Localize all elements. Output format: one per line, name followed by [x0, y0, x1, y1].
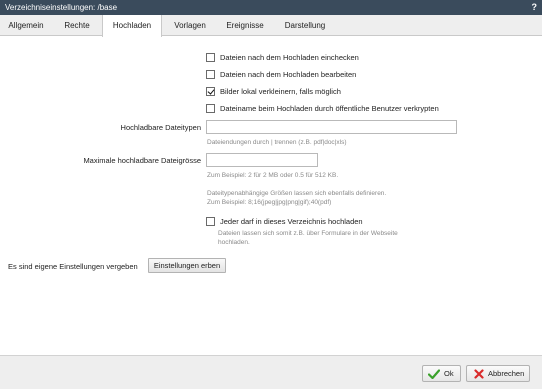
- public-upload-checkbox[interactable]: [206, 217, 215, 226]
- inherit-settings-button[interactable]: Einstellungen erben: [148, 258, 226, 273]
- cancel-button-label: Abbrechen: [488, 369, 525, 378]
- help-icon[interactable]: ?: [532, 2, 538, 12]
- window-titlebar: Verzeichniseinstellungen: /base ?: [0, 0, 542, 15]
- tab-ereignisse[interactable]: Ereignisse: [218, 15, 272, 36]
- filetypes-label: Hochladbare Dateitypen: [120, 123, 201, 132]
- encrypt-filename-label: Dateiname beim Hochladen durch öffentlic…: [220, 104, 439, 113]
- window-title: Verzeichniseinstellungen: /base: [5, 3, 118, 12]
- tab-allgemein[interactable]: Allgemein: [0, 15, 52, 36]
- option-encrypt-filename[interactable]: Dateiname beim Hochladen durch öffentlic…: [206, 103, 439, 114]
- x-icon: [474, 369, 484, 379]
- tab-hochladen[interactable]: Hochladen: [102, 15, 162, 37]
- maxsize-label: Maximale hochladbare Dateigrösse: [83, 156, 201, 165]
- maxsize-hint-example: Zum Beispiel: 2 für 2 MB oder 0.5 für 51…: [207, 172, 339, 179]
- tab-darstellung[interactable]: Darstellung: [272, 15, 338, 36]
- ok-button-label: Ok: [444, 369, 454, 378]
- tab-bar: Allgemein Rechte Hochladen Vorlagen Erei…: [0, 15, 542, 37]
- edit-after-upload-checkbox[interactable]: [206, 70, 215, 79]
- maxsize-hint-types-example: Zum Beispiel: 8;16(jpeg|jpg|png|gif);40(…: [207, 199, 332, 206]
- option-resize-images[interactable]: Bilder lokal verkleinern, falls möglich: [206, 86, 341, 97]
- tab-vorlagen[interactable]: Vorlagen: [162, 15, 218, 36]
- checkmark-icon: [428, 369, 440, 379]
- resize-images-label: Bilder lokal verkleinern, falls möglich: [220, 87, 341, 96]
- filetypes-hint: Dateiendungen durch | trennen (z.B. pdf|…: [207, 139, 347, 146]
- maxsize-input[interactable]: [206, 153, 318, 167]
- filetypes-input[interactable]: [206, 120, 457, 134]
- edit-after-upload-label: Dateien nach dem Hochladen bearbeiten: [220, 70, 357, 79]
- resize-images-checkbox[interactable]: [206, 87, 215, 96]
- dialog-footer: Ok Abbrechen: [0, 355, 542, 389]
- check-after-upload-checkbox[interactable]: [206, 53, 215, 62]
- option-edit-after-upload[interactable]: Dateien nach dem Hochladen bearbeiten: [206, 69, 356, 80]
- public-upload-hint-line2: hochladen.: [218, 239, 250, 246]
- public-upload-label: Jeder darf in dieses Verzeichnis hochlad…: [220, 217, 363, 226]
- encrypt-filename-checkbox[interactable]: [206, 104, 215, 113]
- option-check-after-upload[interactable]: Dateien nach dem Hochladen einchecken: [206, 52, 359, 63]
- inherit-status-text: Es sind eigene Einstellungen vergeben: [8, 262, 138, 271]
- tab-rechte[interactable]: Rechte: [52, 15, 102, 36]
- ok-button[interactable]: Ok: [422, 365, 461, 382]
- option-public-upload[interactable]: Jeder darf in dieses Verzeichnis hochlad…: [206, 216, 363, 227]
- cancel-button[interactable]: Abbrechen: [466, 365, 530, 382]
- check-after-upload-label: Dateien nach dem Hochladen einchecken: [220, 53, 359, 62]
